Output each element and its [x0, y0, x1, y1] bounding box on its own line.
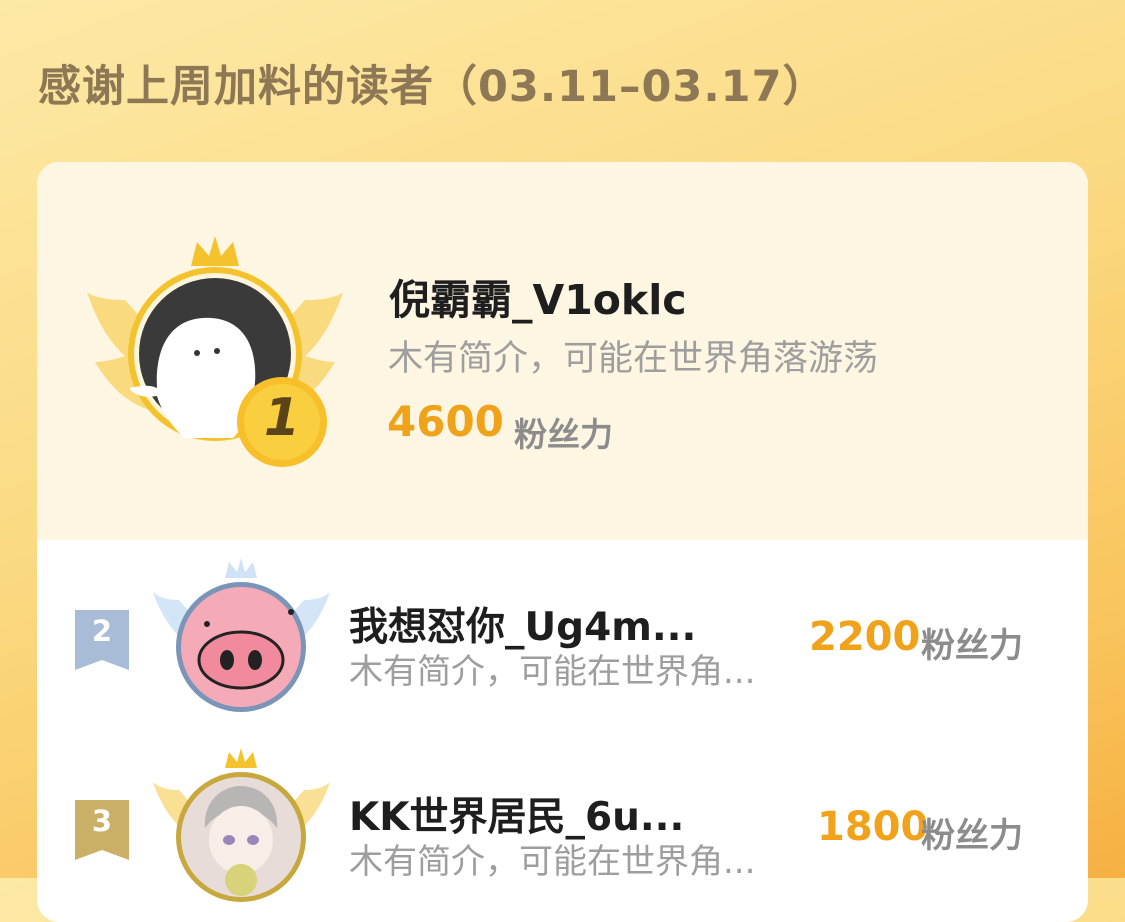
crown-icon	[191, 236, 239, 266]
top-reader-bio: 木有简介，可能在世界角落游荡	[388, 339, 879, 379]
reader-fans-unit: 粉丝力	[921, 816, 1023, 856]
reader-fans-unit: 粉丝力	[921, 626, 1023, 666]
rank-ribbon-icon: 2	[75, 610, 131, 672]
reader-fans-value: 1800	[817, 804, 929, 850]
list-item[interactable]: 3 KK世界居民_6u... 木有简介，可能在世界角... 1800 粉丝力	[37, 730, 1088, 920]
top-reader-fans-unit: 粉丝力	[514, 415, 613, 454]
rank2-avatar-frame	[153, 558, 330, 712]
list-item[interactable]: 2 我想怼你_Ug4m... 木有简介，可能在世界角... 2200 粉丝力	[37, 540, 1088, 730]
reader-bio: 木有简介，可能在世界角...	[349, 842, 756, 882]
crown-icon	[225, 748, 257, 768]
rank-number: 2	[91, 614, 113, 648]
reader-fans-value: 2200	[809, 614, 921, 660]
leaderboard-card: 1 倪霸霸_V1oklc 木有简介，可能在世界角落游荡 4600 粉丝力 2 我…	[37, 162, 1088, 922]
rank-ribbon-icon: 3	[75, 800, 131, 862]
crown-icon	[225, 558, 257, 578]
rank3-avatar-frame	[153, 748, 330, 902]
top-reader-name: 倪霸霸_V1oklc	[389, 276, 687, 324]
page-title: 感谢上周加料的读者（03.11–03.17）	[38, 62, 827, 112]
rank-number: 3	[91, 804, 113, 838]
rank-badge-1: 1	[263, 388, 301, 448]
reader-bio: 木有简介，可能在世界角...	[349, 652, 756, 692]
top-reader-fans-value: 4600	[387, 397, 504, 446]
top-reader-section[interactable]: 1 倪霸霸_V1oklc 木有简介，可能在世界角落游荡 4600 粉丝力	[37, 162, 1088, 540]
